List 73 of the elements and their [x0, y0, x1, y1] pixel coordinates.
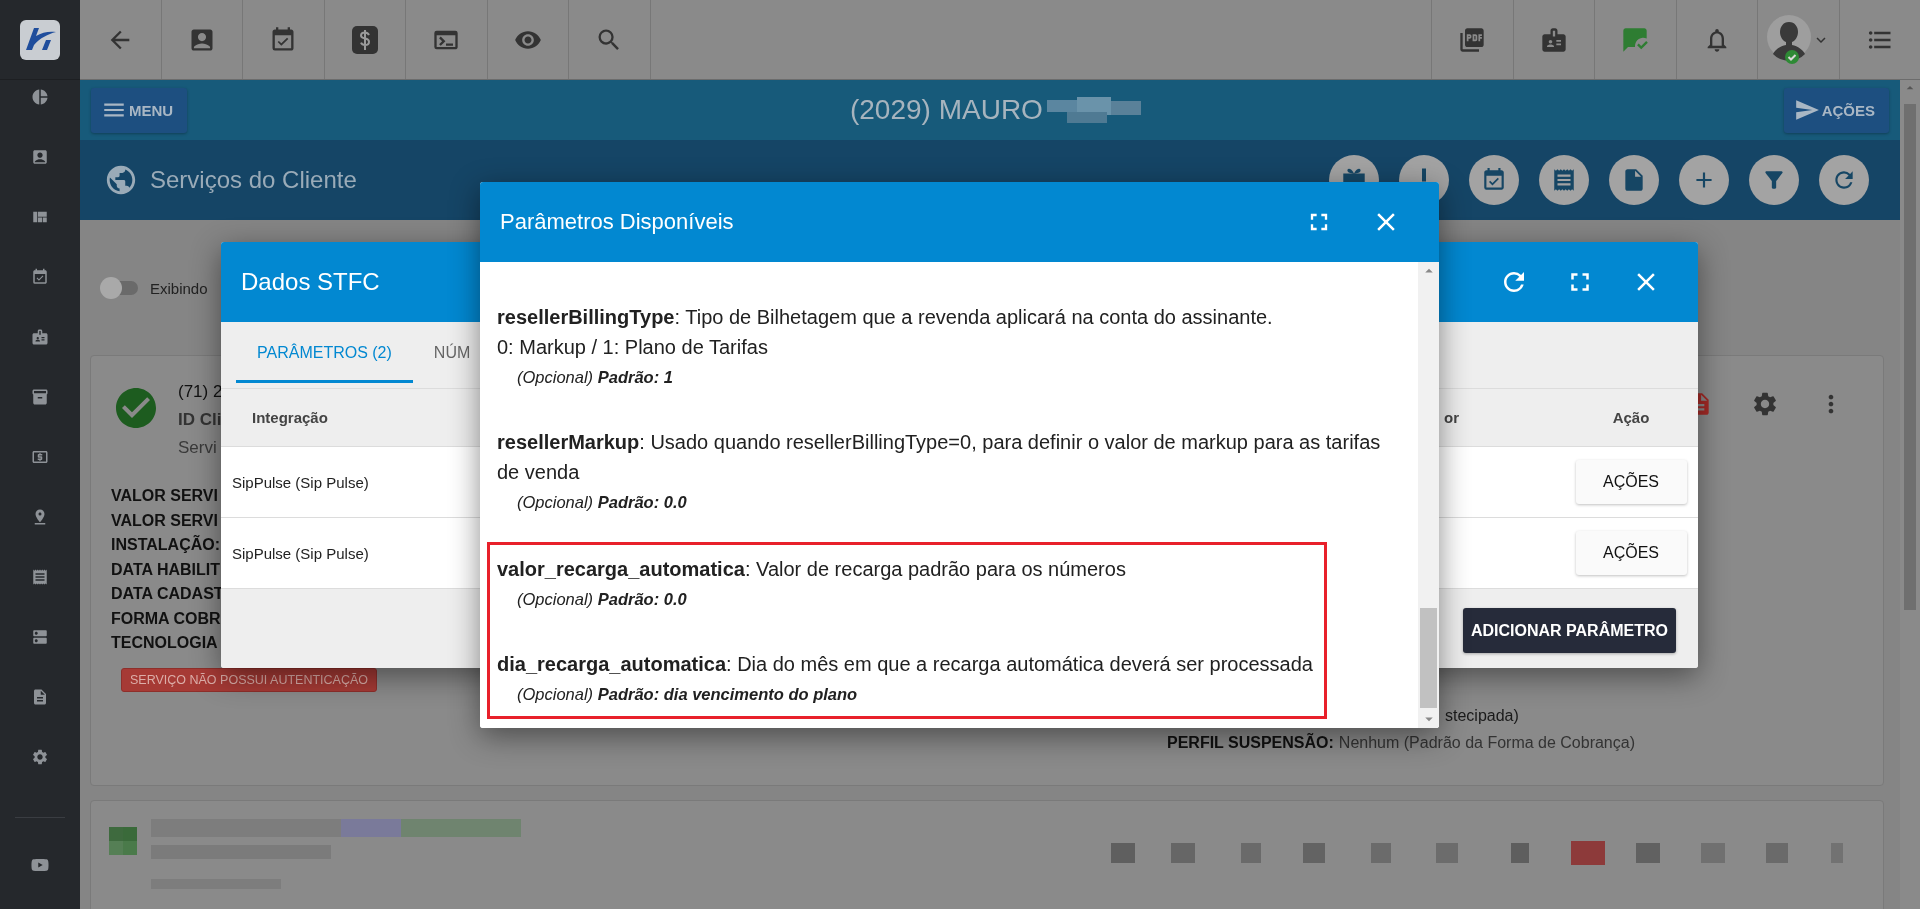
- toggle-switch[interactable]: [100, 277, 140, 299]
- scrollbar-thumb[interactable]: [1420, 608, 1437, 708]
- parameter-description: dia_recarga_automatica: Dia do mês em que a recarga automática deverá ser processada: [497, 652, 1314, 677]
- scrollbar[interactable]: [1418, 262, 1439, 728]
- menu-button[interactable]: MENU: [91, 87, 188, 133]
- round-button[interactable]: [1609, 155, 1659, 205]
- receipt-icon: [1551, 167, 1577, 193]
- round-button[interactable]: [1469, 155, 1519, 205]
- actions-button[interactable]: AÇÕES: [1575, 460, 1687, 504]
- badge-icon[interactable]: [31, 328, 49, 346]
- actions-button[interactable]: AÇÕES: [1783, 87, 1889, 133]
- server-icon[interactable]: [31, 628, 49, 646]
- status-badge: SERVIÇO NÃO POSSUI AUTENTICAÇÃO: [121, 667, 377, 692]
- field-value: Nenhum (Padrão da Forma de Cobrança): [1338, 732, 1635, 753]
- parameter-default: (Opcional) Padrão: 0.0: [516, 589, 688, 610]
- scrollbar-thumb[interactable]: [1904, 104, 1916, 610]
- table-cell-text: SipPulse (Sip Pulse): [232, 544, 370, 562]
- video-icon[interactable]: [31, 856, 49, 874]
- settings-icon[interactable]: [31, 748, 49, 766]
- send-icon: [1793, 97, 1820, 123]
- parameter-default: (Opcional) Padrão: 0.0: [516, 492, 688, 513]
- billing-info: stecipada): [1445, 705, 1520, 726]
- service-name: Servi: [178, 437, 218, 459]
- field-label: DATA CADAST: [111, 584, 224, 604]
- money-icon[interactable]: [31, 448, 49, 466]
- column-header: or: [1444, 409, 1460, 426]
- document-icon[interactable]: [31, 688, 49, 706]
- contact-icon[interactable]: [31, 148, 49, 166]
- avatar-icon[interactable]: [1766, 13, 1813, 66]
- parameter-default: (Opcional) Padrão: 1: [516, 367, 674, 388]
- chat-check-icon[interactable]: [1621, 25, 1650, 54]
- round-button[interactable]: [1539, 155, 1589, 205]
- field-label: INSTALAÇÃO:: [111, 534, 221, 555]
- box-icon[interactable]: [31, 388, 49, 406]
- parameter-default: (Opcional) Padrão: dia vencimento do plano: [516, 684, 859, 705]
- tab[interactable]: PARÂMETROS (2): [236, 322, 413, 383]
- dialog-title: Parâmetros Disponíveis: [500, 209, 734, 235]
- dialog-title: Dados STFC: [241, 268, 380, 296]
- round-button[interactable]: [1679, 155, 1729, 205]
- gift-icon: [1341, 167, 1367, 182]
- round-button[interactable]: [1749, 155, 1799, 205]
- alert-icon: [1421, 167, 1427, 182]
- settings-icon[interactable]: [1751, 390, 1779, 418]
- globe-icon: [104, 163, 138, 197]
- page-scrollbar[interactable]: [1900, 80, 1920, 909]
- logo-icon[interactable]: [20, 19, 60, 60]
- field-label: FORMA COBR: [111, 608, 221, 629]
- column-header: Integração: [251, 409, 329, 426]
- receipt-icon[interactable]: [31, 568, 49, 586]
- field-label: DATA HABILIT: [111, 559, 220, 580]
- client-id: ID Cli: [178, 409, 223, 431]
- parameter-description: valor_recarga_automatica: Valor de recarga padrão para os números: [497, 557, 1127, 582]
- field-label: VALOR SERVI: [111, 486, 218, 506]
- column-header: Ação: [1611, 409, 1651, 426]
- calendar-icon[interactable]: [31, 268, 49, 286]
- calendar-icon: [1481, 167, 1507, 193]
- toggle-label: Exibindo: [150, 279, 208, 297]
- round-button[interactable]: [1819, 155, 1869, 205]
- client-title: (2029) MAURO: [849, 94, 1043, 126]
- add-parameter-button[interactable]: ADICIONAR PARÂMETRO: [1462, 608, 1676, 653]
- badge-icon[interactable]: [1539, 25, 1568, 54]
- field-label: VALOR SERVI: [111, 510, 218, 531]
- pdf-icon[interactable]: [1458, 25, 1487, 54]
- dollar-icon[interactable]: [350, 24, 379, 55]
- actions-button[interactable]: AÇÕES: [1575, 531, 1687, 575]
- phone-number: (71) 2: [178, 381, 223, 403]
- page-title: Serviços do Cliente: [150, 166, 357, 194]
- field-label: TECNOLOGIA: [111, 633, 218, 653]
- table-cell-text: SipPulse (Sip Pulse): [232, 473, 370, 491]
- parameter-description: resellerMarkup: Usado quando resellerBillingType=0, para definir o valor de markup para as tarifas de venda: [497, 430, 1382, 485]
- field-label: PERFIL SUSPENSÃO:: [1167, 732, 1334, 753]
- pie-chart-icon[interactable]: [31, 88, 49, 106]
- parameter-description: resellerBillingType: Tipo de Bilhetagem que a revenda aplicará na conta do assinante. 0: Markup / 1: Plano de Tarifas: [497, 305, 1274, 360]
